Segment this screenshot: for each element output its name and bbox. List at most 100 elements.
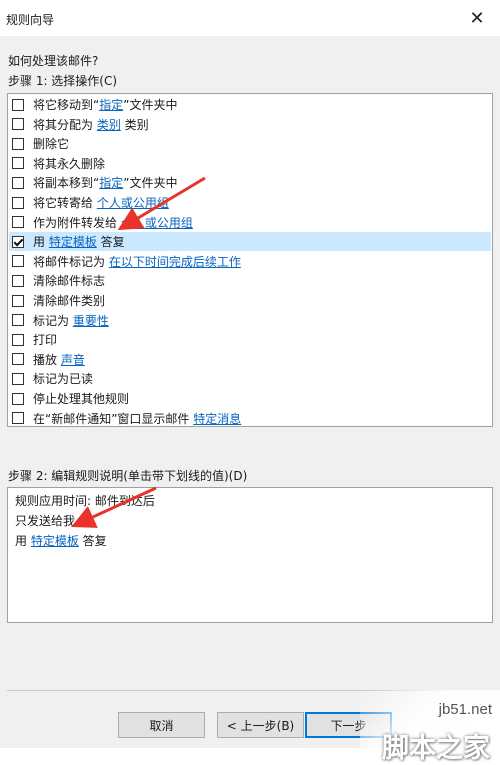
action-value-link[interactable]: 特定模板 <box>49 235 97 249</box>
action-checkbox[interactable] <box>12 412 24 425</box>
action-value-link[interactable]: 声音 <box>61 353 85 367</box>
back-button[interactable]: < 上一步(B) <box>217 712 304 738</box>
action-text: 将邮件标记为 <box>33 254 109 269</box>
step1-label: 步骤 1: 选择操作(C) <box>8 74 118 88</box>
action-text: 清除邮件标志 <box>33 274 106 289</box>
action-label: 将邮件标记为 在以下时间完成后续工作 <box>33 253 241 270</box>
description-template-link[interactable]: 特定模板 <box>31 534 79 548</box>
action-label: 删除它 <box>33 135 69 152</box>
action-text: 将它转寄给 <box>33 196 97 210</box>
action-text: 作为附件转发给 <box>33 215 121 230</box>
action-value-link[interactable]: 个人或公用组 <box>121 216 193 230</box>
action-item[interactable]: 用 特定模板 答复 <box>9 232 491 252</box>
action-checkbox[interactable] <box>12 176 24 189</box>
action-value-link[interactable]: 在以下时间完成后续工作 <box>109 255 241 269</box>
action-text: ”文件夹中 <box>123 176 178 191</box>
action-checkbox[interactable] <box>12 274 24 287</box>
action-checkbox[interactable] <box>12 137 24 150</box>
description-action-suffix: 答复 <box>78 534 107 548</box>
action-text: 在“新邮件通知”窗口显示邮件 <box>33 411 194 426</box>
action-list[interactable]: 将它移动到“指定”文件夹中 将其分配为 类别 类别 删除它 将其永久删除 将副本移到“指… <box>7 93 493 427</box>
description-line-condition: 只发送给我 <box>15 514 76 528</box>
action-checkbox[interactable] <box>12 196 24 209</box>
rule-description-box[interactable]: 规则应用时间: 邮件到达后 只发送给我 用 特定模板 答复 <box>7 487 493 623</box>
action-text: 清除邮件类别 <box>33 294 106 308</box>
action-item[interactable]: 作为附件转发给 个人或公用组 <box>9 213 491 232</box>
close-icon: ✕ <box>469 7 485 29</box>
action-label: 将副本移到“指定”文件夹中 <box>33 174 177 191</box>
action-text: 标记为 <box>33 313 73 328</box>
watermark-name: 脚本之家 <box>382 733 490 764</box>
action-checkbox[interactable] <box>12 118 24 131</box>
action-label: 在“新邮件通知”窗口显示邮件 特定消息 <box>33 410 241 426</box>
action-checkbox[interactable] <box>12 216 24 229</box>
description-line-action: 用 特定模板 答复 <box>15 532 107 549</box>
action-value-link[interactable]: 类别 <box>97 118 121 132</box>
action-label: 清除邮件标志 <box>33 272 105 289</box>
close-button[interactable]: ✕ <box>454 0 500 36</box>
action-label: 播放 声音 <box>33 351 85 368</box>
action-checkbox[interactable] <box>12 235 24 248</box>
action-text: 打印 <box>33 333 58 348</box>
action-value-link[interactable]: 指定 <box>99 176 123 190</box>
description-action-prefix: 用 <box>15 534 31 548</box>
cancel-button[interactable]: 取消 <box>118 712 205 738</box>
action-item[interactable]: 将副本移到“指定”文件夹中 <box>9 173 491 192</box>
action-text: ”文件夹中 <box>123 98 178 112</box>
action-item[interactable]: 将邮件标记为 在以下时间完成后续工作 <box>9 252 491 271</box>
action-checkbox[interactable] <box>12 372 24 385</box>
question-label: 如何处理该邮件? <box>8 54 99 68</box>
action-checkbox[interactable] <box>12 157 24 170</box>
action-item[interactable]: 将其分配为 类别 类别 <box>9 115 491 134</box>
action-text: 将其分配为 <box>33 117 97 132</box>
action-value-link[interactable]: 特定消息 <box>193 412 241 426</box>
action-checkbox[interactable] <box>12 392 24 405</box>
action-checkbox[interactable] <box>12 333 24 346</box>
action-value-link[interactable]: 指定 <box>99 98 123 112</box>
description-line-apply: 规则应用时间: 邮件到达后 <box>15 494 155 508</box>
action-item[interactable]: 清除邮件标志 <box>9 271 491 290</box>
action-text: 删除它 <box>33 137 70 152</box>
action-item[interactable]: 打印 <box>9 330 491 349</box>
action-item[interactable]: 删除它 <box>9 134 491 153</box>
title-bar: 规则向导 ✕ <box>0 0 500 36</box>
action-label: 打印 <box>33 331 57 348</box>
action-text: 将其永久删除 <box>33 156 106 171</box>
action-checkbox[interactable] <box>12 314 24 327</box>
action-text: 答复 <box>96 235 125 250</box>
action-item[interactable]: 将它移动到“指定”文件夹中 <box>9 95 491 114</box>
action-label: 将它移动到“指定”文件夹中 <box>33 96 177 113</box>
action-value-link[interactable]: 重要性 <box>73 314 109 328</box>
window-title: 规则向导 <box>6 13 55 27</box>
action-text: 将它移动到“ <box>33 98 100 112</box>
watermark-url: jb51.net <box>438 701 492 718</box>
action-item[interactable]: 将它转寄给 个人或公用组 <box>9 193 491 212</box>
action-text: 将副本移到“ <box>33 176 100 191</box>
rules-wizard-dialog: 如何处理该邮件? 步骤 1: 选择操作(C) 将它移动到“指定”文件夹中 将其分配… <box>0 36 500 764</box>
action-label: 标记为已读 <box>33 370 93 387</box>
action-label: 将其永久删除 <box>33 155 105 172</box>
action-item[interactable]: 播放 声音 <box>9 350 491 369</box>
action-item[interactable]: 在“新邮件通知”窗口显示邮件 特定消息 <box>9 409 491 426</box>
action-checkbox[interactable] <box>12 294 24 307</box>
action-item[interactable]: 标记为已读 <box>9 369 491 388</box>
action-checkbox[interactable] <box>12 98 24 111</box>
action-checkbox[interactable] <box>12 255 24 268</box>
action-label: 清除邮件类别 <box>33 292 105 309</box>
action-text: 停止处理其他规则 <box>33 392 130 406</box>
action-checkbox[interactable] <box>12 353 24 366</box>
action-label: 将它转寄给 个人或公用组 <box>33 194 169 211</box>
action-item[interactable]: 停止处理其他规则 <box>9 389 491 408</box>
action-label: 将其分配为 类别 类别 <box>33 116 149 133</box>
action-item[interactable]: 标记为 重要性 <box>9 311 491 330</box>
action-text: 标记为已读 <box>33 372 94 387</box>
action-text: 类别 <box>120 117 149 132</box>
action-item[interactable]: 将其永久删除 <box>9 154 491 173</box>
action-label: 用 特定模板 答复 <box>33 233 125 250</box>
action-text: 播放 <box>33 352 61 367</box>
action-item[interactable]: 清除邮件类别 <box>9 291 491 310</box>
action-value-link[interactable]: 个人或公用组 <box>97 196 169 210</box>
action-label: 标记为 重要性 <box>33 312 109 329</box>
action-text: 用 <box>33 235 49 250</box>
action-label: 停止处理其他规则 <box>33 390 129 407</box>
